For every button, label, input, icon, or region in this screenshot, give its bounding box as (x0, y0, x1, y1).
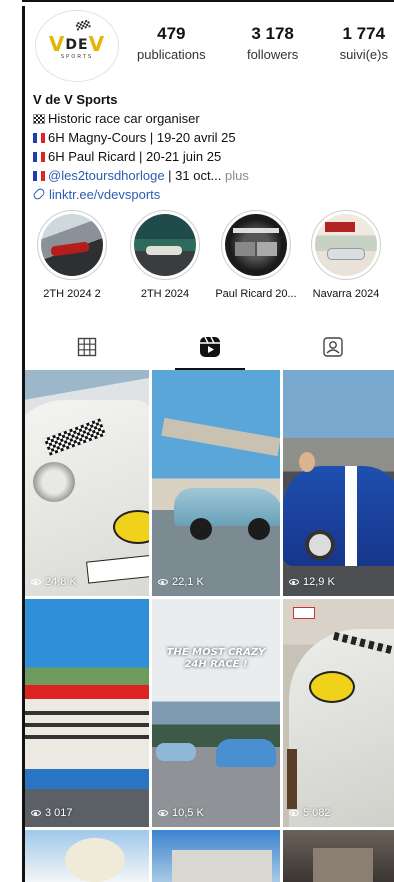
profile-avatar[interactable]: VDEV SPORTS (35, 10, 119, 82)
bio-more-button[interactable]: plus (221, 168, 249, 183)
stat-label: suivi(e)s (339, 47, 388, 62)
logo-subtitle: SPORTS (60, 54, 94, 60)
profile-name: V de V Sports (33, 92, 118, 107)
highlight-cover (315, 214, 377, 276)
bio-mention-link[interactable]: @les2toursdhorloge (48, 168, 165, 183)
bio-line: 6H Magny-Cours | 19-20 avril 25 (33, 128, 388, 147)
bio-external-link[interactable]: linktr.ee/vdevsports (31, 185, 388, 204)
highlight-label: 2TH 2024 2 (43, 288, 101, 300)
stat-value: 479 (157, 24, 186, 43)
bio-link-text: linktr.ee/vdevsports (49, 187, 161, 202)
highlight-ring (311, 210, 381, 280)
profile-header: VDEV SPORTS 479 publications 3 178 follo… (25, 6, 394, 88)
eye-icon (158, 579, 168, 585)
tab-reels[interactable] (148, 324, 271, 370)
link-icon (31, 186, 47, 202)
reels-grid: 24,8 K 22,1 K 12,9 K 3 017 THE MOST CRAZ… (25, 370, 394, 882)
highlight-label: 2TH 2024 (140, 288, 190, 300)
highlight-label: Paul Ricard 20... (215, 288, 297, 300)
france-flag-icon (33, 171, 45, 181)
grid-icon (77, 337, 96, 357)
eye-icon (289, 810, 299, 816)
bio-text: 6H Paul Ricard | 20-21 juin 25 (48, 149, 222, 164)
checkered-flag-icon (33, 114, 45, 124)
eye-icon (289, 579, 299, 585)
tab-posts-grid[interactable] (25, 324, 148, 370)
reel-thumbnail[interactable]: 22,1 K (152, 370, 280, 596)
eye-icon (31, 579, 41, 585)
bio-text: 6H Magny-Cours | 19-20 avril 25 (48, 130, 236, 145)
stat-publications[interactable]: 479 publications (137, 24, 206, 62)
bio-line: 6H Paul Ricard | 20-21 juin 25 (33, 147, 388, 166)
highlight-ring (221, 210, 291, 280)
france-flag-icon (33, 133, 45, 143)
reel-thumbnail[interactable]: 24,8 K (25, 370, 149, 596)
stat-value: 3 178 (251, 24, 294, 43)
bio-text: Historic race car organiser (48, 111, 200, 126)
stat-label: followers (246, 47, 299, 62)
tab-tagged[interactable] (271, 324, 394, 370)
reel-thumbnail[interactable]: 3 017 (25, 599, 149, 827)
highlight-cover (41, 214, 103, 276)
highlight-cover (134, 214, 196, 276)
screen-margin (0, 0, 22, 882)
highlight-item[interactable]: Navarra 2024 (301, 210, 391, 300)
eye-icon (31, 810, 41, 816)
checkered-flag-icon (75, 19, 91, 31)
highlight-item[interactable]: 2TH 2024 2 (27, 210, 117, 300)
reel-overlay-text: THE MOST CRAZY 24H RACE ! (166, 647, 266, 670)
reel-views: 12,9 K (289, 576, 335, 588)
reel-thumbnail[interactable]: 12,9 K (283, 370, 394, 596)
profile-bio: V de V Sports Historic race car organise… (31, 90, 388, 204)
highlight-item[interactable]: 2TH 2024 (120, 210, 210, 300)
profile-screen: VDEV SPORTS 479 publications 3 178 follo… (25, 6, 394, 882)
france-flag-icon (33, 152, 45, 162)
tagged-person-icon (322, 337, 343, 357)
highlight-ring (130, 210, 200, 280)
stat-value: 1 774 (342, 24, 386, 43)
stat-label: publications (137, 47, 206, 62)
highlight-cover (225, 214, 287, 276)
reel-thumbnail[interactable] (283, 830, 394, 882)
reels-icon (199, 336, 220, 357)
bio-line: @les2toursdhorloge | 31 oct... plus (33, 166, 388, 185)
stat-followers[interactable]: 3 178 followers (247, 24, 298, 62)
reel-views: 10,5 K (158, 807, 204, 819)
reel-views: 5 082 (289, 807, 331, 819)
highlight-item[interactable]: Paul Ricard 20... (211, 210, 301, 300)
profile-stats: 479 publications 3 178 followers 1 774 s… (137, 24, 394, 62)
highlight-ring (37, 210, 107, 280)
bio-text: | 31 oct... (164, 168, 222, 183)
reel-thumbnail[interactable] (152, 830, 280, 882)
eye-icon (158, 810, 168, 816)
vdev-logo: VDEV (48, 32, 106, 56)
story-highlights: 2TH 2024 2 2TH 2024 Paul Ricard 20... Na… (25, 210, 394, 310)
profile-tabs (25, 324, 394, 370)
reel-thumbnail[interactable] (25, 830, 149, 882)
reel-thumbnail[interactable]: 5 082 (283, 599, 394, 827)
highlight-label: Navarra 2024 (312, 288, 380, 300)
reel-views: 24,8 K (31, 576, 77, 588)
stat-following[interactable]: 1 774 suivi(e)s (340, 24, 388, 62)
reel-thumbnail[interactable]: THE MOST CRAZY 24H RACE ! 10,5 K (152, 599, 280, 827)
bio-line: Historic race car organiser (33, 109, 388, 128)
reel-views: 22,1 K (158, 576, 204, 588)
reel-views: 3 017 (31, 807, 73, 819)
